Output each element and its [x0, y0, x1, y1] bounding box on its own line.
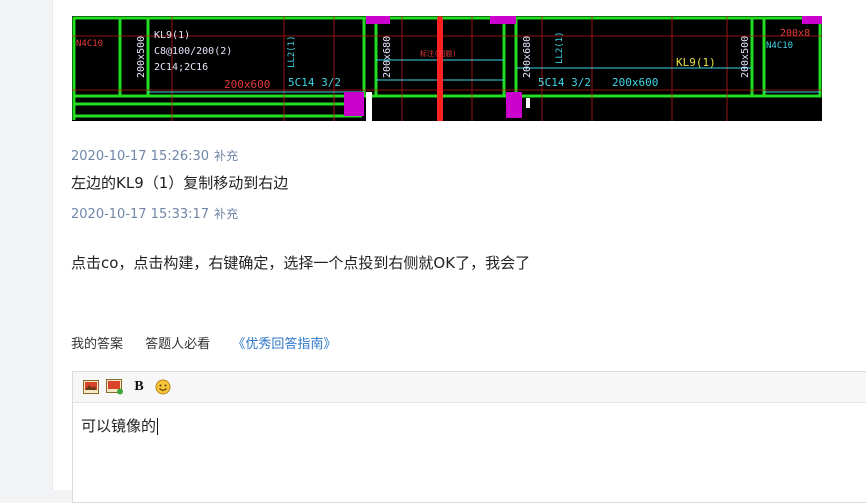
upload-image-button[interactable] [106, 378, 124, 396]
cad-label-5c14-a: 5C14 3/2 [288, 76, 341, 89]
cad-label-stirrup-left: C8@100/200(2) [154, 46, 232, 57]
supplement-text-1: 左边的KL9（1）复制移动到右边 [71, 174, 289, 192]
supplement-timestamp-2: 2020-10-17 15:33:17 补充 [71, 205, 238, 222]
cad-drawing-image: N4C10 KL9(1) C8@100/200(2) 2C14;2C16 200… [72, 16, 822, 121]
timestamp-text: 2020-10-17 15:26:30 [71, 149, 210, 164]
answer-input-text: 可以镜像的 [81, 417, 157, 435]
cad-label-ll-right: LL2(1) [555, 31, 565, 64]
question-page: N4C10 KL9(1) C8@100/200(2) 2C14;2C16 200… [52, 0, 866, 503]
cad-label-200x8-right: 200x8 [780, 28, 810, 39]
cad-label-5c14-b: 5C14 3/2 [538, 76, 591, 89]
cad-label-top-bar-left: 2C14;2C16 [154, 62, 208, 73]
cad-label-n4c10-right: N4C10 [766, 41, 793, 51]
editor-toolbar: B [73, 372, 866, 403]
cad-label-200x500-right: 200x500 [740, 36, 751, 78]
cad-label-200x600-a: 200x600 [224, 78, 270, 91]
smiley-icon [155, 379, 171, 395]
tab-my-answer[interactable]: 我的答案 [71, 337, 123, 352]
cad-label-n4c10-left: N4C10 [76, 39, 103, 49]
supplement-tag: 补充 [214, 207, 239, 221]
emoji-button[interactable] [154, 378, 172, 396]
supplement-timestamp-1: 2020-10-17 15:26:30 补充 [71, 147, 238, 164]
guide-link[interactable]: 《优秀回答指南》 [232, 337, 336, 352]
cad-drawing-svg: N4C10 KL9(1) C8@100/200(2) 2C14;2C16 200… [72, 16, 822, 121]
answer-editor: B 可以镜像的 [72, 371, 866, 503]
cad-label-annotation-mid: 标注(图题) [420, 49, 456, 58]
answer-tabs: 我的答案 答题人必看 《优秀回答指南》 [71, 333, 336, 352]
timestamp-text: 2020-10-17 15:33:17 [71, 207, 210, 222]
cad-label-200x600-b: 200x600 [612, 76, 658, 89]
cad-label-200x500-left: 200x500 [136, 36, 147, 78]
cad-label-kl9-right: KL9(1) [676, 56, 716, 69]
supplement-tag: 补充 [214, 149, 239, 163]
text-caret [157, 418, 159, 435]
cad-label-200x680-right: 200x680 [522, 36, 533, 78]
insert-image-button[interactable] [82, 378, 100, 396]
supplement-text-2: 点击co，点击构建，右键确定，选择一个点投到右侧就OK了，我会了 [71, 254, 531, 272]
image-icon [83, 380, 99, 394]
answer-input[interactable]: 可以镜像的 [73, 403, 866, 448]
cad-label-ll-left: LL2(1) [287, 35, 297, 68]
cad-label-200x680-mid: 200x680 [382, 36, 393, 78]
cad-label-kl9-left: KL9(1) [154, 30, 190, 41]
upload-image-icon [106, 379, 123, 395]
tab-must-read[interactable]: 答题人必看 [145, 337, 210, 352]
bold-button[interactable]: B [130, 378, 148, 396]
